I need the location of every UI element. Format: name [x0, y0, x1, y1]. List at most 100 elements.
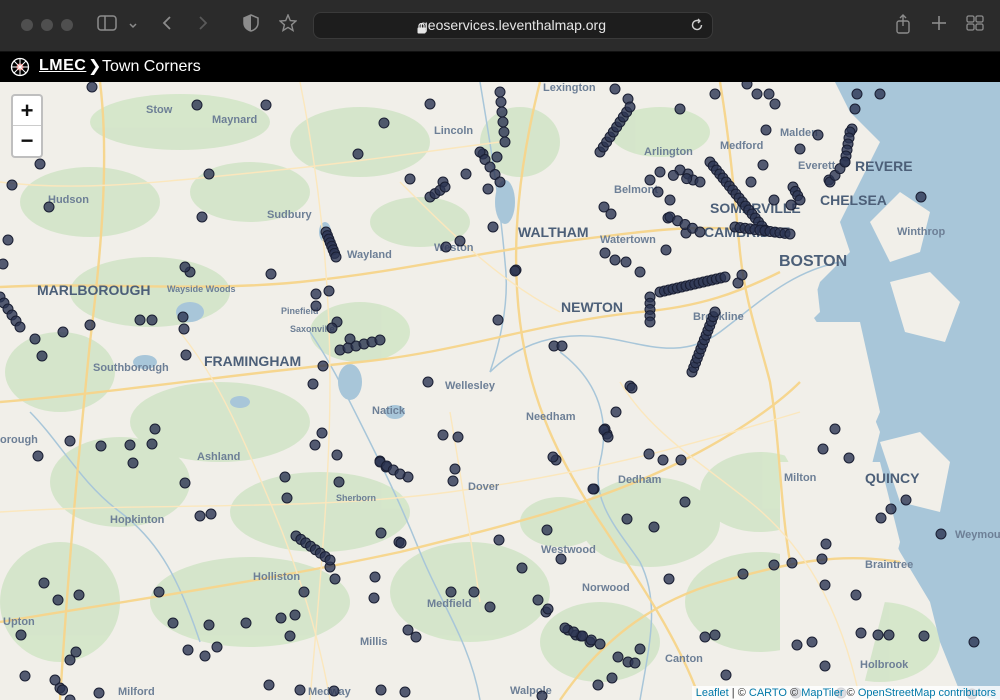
- town-corner-marker[interactable]: [294, 684, 306, 696]
- town-corner-marker[interactable]: [851, 88, 863, 100]
- town-corner-marker[interactable]: [648, 521, 660, 533]
- town-corner-marker[interactable]: [260, 99, 272, 111]
- town-corner-marker[interactable]: [36, 350, 48, 362]
- town-corner-marker[interactable]: [34, 158, 46, 170]
- town-corner-marker[interactable]: [498, 126, 510, 138]
- town-corner-marker[interactable]: [495, 96, 507, 108]
- town-corner-marker[interactable]: [806, 636, 818, 648]
- tab-overview-icon[interactable]: [965, 14, 985, 36]
- town-corner-marker[interactable]: [555, 553, 567, 565]
- town-corner-marker[interactable]: [760, 124, 772, 136]
- town-corner-marker[interactable]: [620, 256, 632, 268]
- town-corner-marker[interactable]: [624, 101, 636, 113]
- town-corner-marker[interactable]: [918, 630, 930, 642]
- town-corner-marker[interactable]: [768, 559, 780, 571]
- town-corner-marker[interactable]: [307, 378, 319, 390]
- zoom-in-button[interactable]: +: [13, 96, 41, 126]
- town-corner-marker[interactable]: [203, 619, 215, 631]
- town-corner-marker[interactable]: [14, 321, 26, 333]
- lmec-logo-icon[interactable]: [10, 57, 30, 77]
- town-corner-marker[interactable]: [57, 326, 69, 338]
- town-corner-marker[interactable]: [298, 586, 310, 598]
- town-corner-marker[interactable]: [468, 586, 480, 598]
- town-corner-marker[interactable]: [885, 503, 897, 515]
- town-corner-marker[interactable]: [0, 258, 9, 270]
- town-corner-marker[interactable]: [785, 199, 797, 211]
- town-corner-marker[interactable]: [542, 603, 554, 615]
- town-corner-marker[interactable]: [375, 527, 387, 539]
- town-corner-marker[interactable]: [275, 612, 287, 624]
- town-corner-marker[interactable]: [883, 629, 895, 641]
- reload-icon[interactable]: [690, 18, 704, 32]
- town-corner-marker[interactable]: [644, 316, 656, 328]
- town-corner-marker[interactable]: [64, 435, 76, 447]
- town-corner-marker[interactable]: [751, 88, 763, 100]
- town-corner-marker[interactable]: [333, 476, 345, 488]
- town-corner-marker[interactable]: [263, 679, 275, 691]
- town-corner-marker[interactable]: [791, 639, 803, 651]
- zoom-out-button[interactable]: −: [13, 126, 41, 156]
- town-corner-marker[interactable]: [440, 241, 452, 253]
- town-corner-marker[interactable]: [602, 431, 614, 443]
- town-corner-marker[interactable]: [674, 103, 686, 115]
- town-corner-marker[interactable]: [374, 334, 386, 346]
- town-corner-marker[interactable]: [610, 406, 622, 418]
- town-corner-marker[interactable]: [872, 629, 884, 641]
- town-corner-marker[interactable]: [32, 450, 44, 462]
- town-corner-marker[interactable]: [816, 553, 828, 565]
- town-corner-marker[interactable]: [394, 468, 406, 480]
- town-corner-marker[interactable]: [191, 99, 203, 111]
- town-corner-marker[interactable]: [369, 571, 381, 583]
- town-corner-marker[interactable]: [654, 166, 666, 178]
- app-name-link[interactable]: LMEC: [39, 57, 86, 75]
- town-corner-marker[interactable]: [763, 88, 775, 100]
- sidebar-icon[interactable]: [96, 14, 118, 36]
- town-corner-marker[interactable]: [699, 631, 711, 643]
- town-corner-marker[interactable]: [93, 687, 105, 699]
- town-corner-marker[interactable]: [15, 629, 27, 641]
- town-corner-marker[interactable]: [736, 269, 748, 281]
- town-corner-marker[interactable]: [38, 577, 50, 589]
- town-corner-marker[interactable]: [378, 117, 390, 129]
- town-corner-marker[interactable]: [309, 439, 321, 451]
- town-corner-marker[interactable]: [43, 201, 55, 213]
- town-corner-marker[interactable]: [843, 452, 855, 464]
- town-corner-marker[interactable]: [491, 151, 503, 163]
- town-corner-marker[interactable]: [499, 136, 511, 148]
- town-corner-marker[interactable]: [769, 98, 781, 110]
- town-corner-marker[interactable]: [626, 382, 638, 394]
- town-corner-marker[interactable]: [445, 586, 457, 598]
- town-corner-marker[interactable]: [547, 451, 559, 463]
- town-corner-marker[interactable]: [621, 513, 633, 525]
- town-corner-marker[interactable]: [606, 672, 618, 684]
- town-corner-marker[interactable]: [516, 562, 528, 574]
- town-corner-marker[interactable]: [855, 627, 867, 639]
- town-corner-marker[interactable]: [2, 234, 14, 246]
- town-corner-marker[interactable]: [399, 686, 411, 698]
- town-corner-marker[interactable]: [609, 254, 621, 266]
- town-corner-marker[interactable]: [134, 314, 146, 326]
- window-close-dot[interactable]: [21, 19, 33, 31]
- town-corner-marker[interactable]: [196, 211, 208, 223]
- town-corner-marker[interactable]: [497, 116, 509, 128]
- town-corner-marker[interactable]: [492, 314, 504, 326]
- maptiler-link[interactable]: MapTiler: [801, 687, 843, 699]
- star-icon[interactable]: [278, 13, 298, 36]
- town-corner-marker[interactable]: [817, 443, 829, 455]
- town-corner-marker[interactable]: [594, 638, 606, 650]
- town-corner-marker[interactable]: [737, 568, 749, 580]
- town-corner-marker[interactable]: [709, 306, 721, 318]
- town-corner-marker[interactable]: [86, 82, 98, 93]
- town-corner-marker[interactable]: [644, 174, 656, 186]
- town-corner-marker[interactable]: [199, 650, 211, 662]
- town-corner-marker[interactable]: [326, 322, 338, 334]
- town-corner-marker[interactable]: [352, 148, 364, 160]
- town-corner-marker[interactable]: [153, 586, 165, 598]
- town-corner-marker[interactable]: [402, 624, 414, 636]
- town-corner-marker[interactable]: [211, 641, 223, 653]
- town-corner-marker[interactable]: [587, 483, 599, 495]
- town-corner-marker[interactable]: [149, 423, 161, 435]
- town-corner-marker[interactable]: [395, 537, 407, 549]
- town-corner-marker[interactable]: [375, 684, 387, 696]
- town-corner-marker[interactable]: [281, 492, 293, 504]
